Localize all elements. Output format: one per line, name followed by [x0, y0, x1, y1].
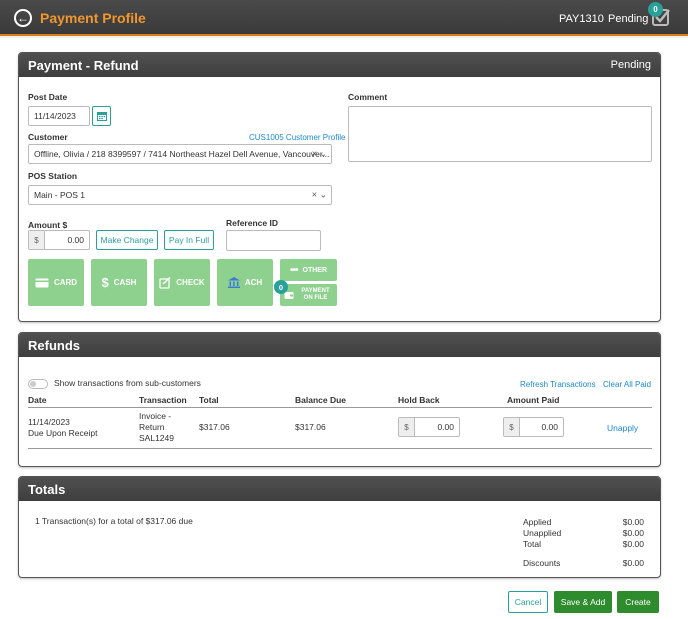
calendar-button[interactable] — [92, 106, 111, 126]
col-hold-back: Hold Back — [398, 395, 440, 405]
discounts-value: $0.00 — [622, 558, 644, 568]
total-label: Total — [523, 539, 541, 549]
check-method-label: CHECK — [176, 278, 205, 287]
row-balance-due: $317.06 — [295, 422, 326, 432]
reference-id-label: Reference ID — [226, 218, 278, 228]
currency-prefix: $ — [399, 418, 415, 436]
refresh-transactions-link[interactable]: Refresh Transactions — [520, 380, 596, 389]
card-method-button[interactable]: CARD — [28, 259, 84, 306]
amount-value: 0.00 — [67, 235, 84, 245]
reference-id-input[interactable] — [226, 230, 321, 251]
clear-all-paid-link[interactable]: Clear All Paid — [603, 380, 651, 389]
top-bar: ← Payment Profile PAY1310 Pending 0 — [0, 0, 688, 36]
payment-panel: Payment - Refund Pending Post Date 11/14… — [18, 52, 661, 322]
dollar-icon: $ — [101, 275, 109, 290]
pay-in-full-button[interactable]: Pay In Full — [164, 230, 214, 250]
header-divider — [28, 407, 652, 408]
cancel-button[interactable]: Cancel — [508, 591, 548, 613]
hold-back-value: 0.00 — [437, 422, 454, 432]
make-change-button[interactable]: Make Change — [96, 230, 158, 250]
customer-profile-link[interactable]: CUS1005 Customer Profile — [249, 133, 345, 142]
customer-label: Customer — [28, 132, 68, 142]
payment-on-file-count-badge: 0 — [274, 280, 288, 294]
row-transaction-line3: SAL1249 — [139, 433, 174, 443]
post-date-input[interactable]: 11/14/2023 — [28, 106, 90, 126]
row-terms: Due Upon Receipt — [28, 428, 98, 438]
clear-chevron-icon[interactable]: × ⌄ — [312, 149, 327, 160]
payment-id: PAY1310 — [559, 13, 604, 25]
amount-paid-value: 0.00 — [541, 422, 558, 432]
clear-chevron-icon[interactable]: × ⌄ — [312, 190, 327, 201]
totals-panel: Totals 1 Transaction(s) for a total of $… — [18, 476, 661, 578]
post-date-value: 11/14/2023 — [34, 111, 76, 121]
row-total: $317.06 — [199, 422, 230, 432]
refunds-panel-header: Refunds — [19, 333, 660, 357]
col-transaction: Transaction — [139, 395, 187, 405]
page-title: Payment Profile — [40, 10, 146, 26]
payment-status: Pending — [608, 13, 649, 25]
unapplied-value: $0.00 — [622, 528, 644, 538]
col-amount-paid: Amount Paid — [507, 395, 560, 405]
sub-customers-toggle[interactable] — [28, 379, 48, 389]
other-method-label: OTHER — [302, 266, 328, 274]
edit-check-icon — [159, 276, 171, 289]
calendar-icon — [96, 112, 107, 121]
bank-icon — [227, 277, 240, 288]
hold-back-input[interactable]: $ 0.00 — [398, 417, 460, 437]
unapplied-label: Unapplied — [523, 528, 562, 538]
post-date-label: Post Date — [28, 92, 68, 102]
refunds-panel: Refunds Show transactions from sub-custo… — [18, 332, 661, 467]
amount-paid-input[interactable]: $ 0.00 — [503, 417, 564, 437]
col-date: Date — [28, 395, 47, 405]
more-dots-icon: ••• — [289, 264, 298, 276]
cash-method-label: CASH — [113, 278, 137, 287]
credit-card-icon — [35, 278, 49, 287]
payment-panel-header: Payment - Refund Pending — [19, 53, 660, 77]
unapply-link[interactable]: Unapply — [607, 423, 638, 433]
cash-method-button[interactable]: $ CASH — [91, 259, 147, 306]
row-transaction-line1: Invoice - — [139, 411, 172, 421]
col-balance-due: Balance Due — [295, 395, 347, 405]
customer-select[interactable]: Offline, Olivia / 218 8399597 / 7414 Nor… — [28, 144, 332, 164]
row-transaction-line2: Return — [139, 422, 165, 432]
applied-label: Applied — [523, 517, 552, 527]
discounts-label: Discounts — [523, 558, 561, 568]
amount-input[interactable]: $ 0.00 — [28, 230, 90, 250]
payment-on-file-label-line2: ON FILE — [303, 295, 328, 301]
sub-customers-toggle-label: Show transactions from sub-customers — [54, 378, 201, 388]
total-value: $0.00 — [622, 539, 644, 549]
currency-prefix: $ — [29, 231, 45, 249]
save-and-add-button[interactable]: Save & Add — [554, 591, 612, 613]
pos-station-select[interactable]: Main - POS 1 × ⌄ — [28, 185, 332, 205]
amount-label: Amount $ — [28, 220, 68, 230]
pos-station-label: POS Station — [28, 171, 78, 181]
notification-badge: 0 — [648, 2, 663, 17]
ach-method-button[interactable]: ACH — [217, 259, 273, 306]
check-method-button[interactable]: CHECK — [154, 259, 210, 306]
refunds-panel-title: Refunds — [28, 338, 80, 353]
currency-prefix: $ — [504, 418, 520, 436]
row-date: 11/14/2023 — [28, 417, 70, 427]
card-method-label: CARD — [53, 278, 78, 287]
other-method-button[interactable]: ••• OTHER — [280, 259, 337, 281]
payment-panel-title: Payment - Refund — [28, 58, 139, 73]
totals-panel-title: Totals — [28, 482, 66, 497]
ach-method-label: ACH — [244, 278, 263, 287]
comment-label: Comment — [348, 92, 388, 102]
pos-station-value: Main - POS 1 — [34, 190, 86, 200]
totals-summary: 1 Transaction(s) for a total of $317.06 … — [35, 516, 193, 526]
totals-panel-header: Totals — [19, 477, 660, 501]
payment-panel-status: Pending — [610, 59, 651, 71]
back-arrow-icon[interactable]: ← — [14, 9, 32, 27]
create-button[interactable]: Create — [617, 591, 659, 613]
row-divider — [28, 448, 652, 449]
customer-value: Offline, Olivia / 218 8399597 / 7414 Nor… — [34, 149, 330, 159]
col-total: Total — [199, 395, 219, 405]
page-body: Payment - Refund Pending Post Date 11/14… — [0, 38, 688, 619]
applied-value: $0.00 — [622, 517, 644, 527]
comment-textarea[interactable] — [348, 106, 652, 162]
payment-on-file-label-line1: PAYMENT — [301, 288, 330, 294]
